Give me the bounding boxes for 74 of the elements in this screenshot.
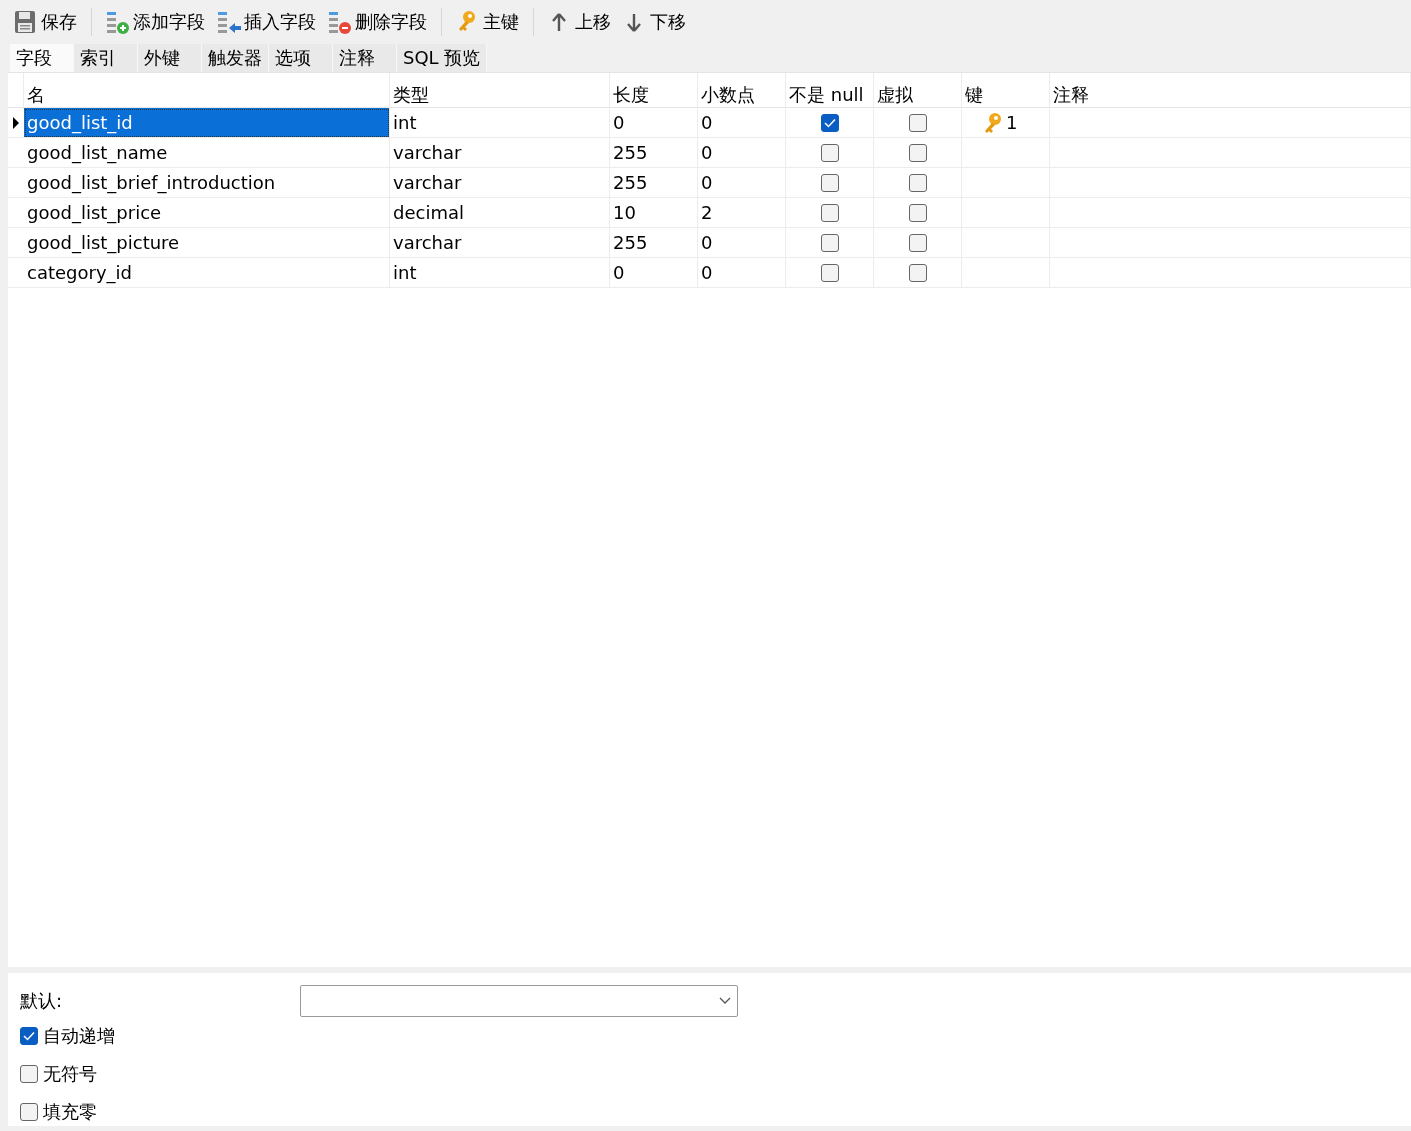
key-order: 1: [1006, 112, 1018, 133]
table-cell: 255: [610, 138, 698, 168]
column-header: 注释: [1050, 73, 1411, 108]
table-cell: 2: [698, 198, 786, 228]
checkbox[interactable]: [820, 143, 839, 162]
checkbox-label: 填充零: [43, 1100, 97, 1124]
toolbar-button[interactable]: 下移: [619, 8, 690, 36]
table-cell: 0: [610, 258, 698, 288]
key-icon: [982, 111, 1004, 134]
table-cell[interactable]: category_id: [24, 258, 390, 288]
insert-field-icon: [217, 10, 241, 34]
checkbox[interactable]: [908, 113, 927, 132]
checkbox[interactable]: [820, 263, 839, 282]
delete-field-icon: [328, 10, 352, 34]
table-cell: varchar: [390, 138, 610, 168]
table-cell[interactable]: good_list_brief_introduction: [24, 168, 390, 198]
row-pointer-icon: [12, 116, 20, 129]
toolbar-button[interactable]: 主键: [452, 8, 523, 36]
checkbox[interactable]: [908, 203, 927, 222]
checkbox[interactable]: [820, 203, 839, 222]
checkbox[interactable]: [820, 233, 839, 252]
table-cell: int: [390, 258, 610, 288]
table-cell: 0: [698, 138, 786, 168]
tab[interactable]: 触发器: [202, 44, 269, 72]
table-cell[interactable]: good_list_id: [24, 108, 390, 138]
checkbox-label: 无符号: [43, 1062, 97, 1086]
table-cell: int: [390, 108, 610, 138]
toolbar-button[interactable]: 删除字段: [324, 8, 431, 36]
checkbox[interactable]: [20, 1027, 38, 1045]
add-field-icon: [106, 10, 130, 34]
column-header: 键: [962, 73, 1050, 108]
toolbar-button[interactable]: 保存: [10, 8, 81, 36]
tab[interactable]: 字段: [10, 44, 74, 72]
field-label: 默认:: [20, 989, 64, 1013]
table-cell: 0: [698, 168, 786, 198]
tab[interactable]: 外键: [138, 44, 202, 72]
table-cell: 0: [610, 108, 698, 138]
table-cell: 0: [698, 258, 786, 288]
chevron-down-icon: [719, 997, 731, 1005]
table-cell[interactable]: good_list_price: [24, 198, 390, 228]
tab[interactable]: SQL 预览: [397, 44, 488, 72]
column-header: 长度: [610, 73, 698, 108]
toolbar-button[interactable]: 上移: [544, 8, 615, 36]
tab[interactable]: 注释: [333, 44, 397, 72]
column-header: 不是 null: [786, 73, 874, 108]
default-dropdown[interactable]: [300, 985, 738, 1017]
checkbox[interactable]: [20, 1065, 38, 1083]
table-cell: varchar: [390, 168, 610, 198]
table-cell: 0: [698, 108, 786, 138]
column-header: 类型: [390, 73, 610, 108]
checkbox[interactable]: [908, 233, 927, 252]
checkbox[interactable]: [908, 173, 927, 192]
checkbox-label: 自动递增: [43, 1024, 115, 1048]
tab[interactable]: 选项: [269, 44, 333, 72]
checkbox[interactable]: [820, 173, 839, 192]
table-cell: 10: [610, 198, 698, 228]
checkmark-icon: [823, 117, 836, 128]
checkbox[interactable]: [820, 113, 839, 132]
toolbar-button[interactable]: 插入字段: [213, 8, 320, 36]
checkbox[interactable]: [908, 143, 927, 162]
toolbar-button[interactable]: 添加字段: [102, 8, 209, 36]
table-cell: 255: [610, 168, 698, 198]
table-cell[interactable]: good_list_picture: [24, 228, 390, 258]
table-cell: varchar: [390, 228, 610, 258]
checkbox[interactable]: [908, 263, 927, 282]
table-cell[interactable]: good_list_name: [24, 138, 390, 168]
column-header: 小数点: [698, 73, 786, 108]
checkmark-icon: [23, 1031, 35, 1041]
table-cell: 255: [610, 228, 698, 258]
tab[interactable]: 索引: [74, 44, 138, 72]
checkbox[interactable]: [20, 1103, 38, 1121]
table-cell: decimal: [390, 198, 610, 228]
table-cell: 0: [698, 228, 786, 258]
column-header: 虚拟: [874, 73, 962, 108]
